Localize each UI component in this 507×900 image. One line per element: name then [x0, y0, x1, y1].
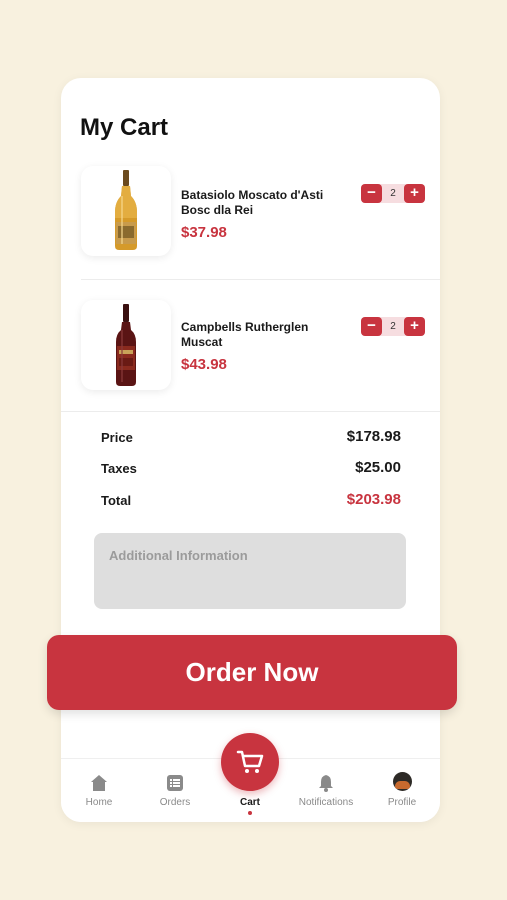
decrease-quantity-button[interactable]: −: [361, 184, 382, 203]
bell-icon: [319, 775, 333, 792]
tab-label: Home: [85, 797, 113, 808]
quantity-value: 2: [390, 321, 396, 332]
tab-label: Orders: [159, 797, 191, 808]
price-label: Price: [101, 430, 133, 445]
tab-home[interactable]: Home: [61, 759, 137, 822]
increase-quantity-button[interactable]: +: [404, 317, 425, 336]
tab-label: Notifications: [298, 797, 354, 808]
cart-fab-button[interactable]: [221, 733, 279, 791]
summary-taxes-row: Taxes $25.00: [101, 459, 401, 479]
active-tab-indicator: [248, 811, 252, 815]
product-price: $37.98: [181, 224, 227, 241]
additional-information-input[interactable]: [94, 533, 406, 609]
total-label: Total: [101, 493, 132, 508]
orders-list-icon: [167, 775, 183, 791]
tab-label: Cart: [239, 797, 260, 808]
decrease-quantity-button[interactable]: −: [361, 317, 382, 336]
wine-bottle-red-icon: [116, 304, 136, 386]
quantity-stepper: − 2 +: [361, 317, 425, 336]
price-value: $178.98: [346, 428, 401, 445]
taxes-value: $25.00: [355, 459, 401, 476]
summary-total-row: Total $203.98: [101, 491, 401, 511]
product-name[interactable]: Batasiolo Moscato d'Asti Bosc dla Rei: [181, 188, 341, 218]
cart-item: Batasiolo Moscato d'Asti Bosc dla Rei $3…: [61, 166, 440, 286]
avatar: [393, 772, 412, 791]
total-value: $203.98: [346, 491, 401, 508]
cart-icon: [236, 750, 264, 773]
order-now-button[interactable]: Order Now: [47, 635, 457, 710]
divider: [81, 279, 440, 280]
product-image[interactable]: [81, 166, 171, 256]
tab-orders[interactable]: Orders: [137, 759, 213, 822]
cart-screen: My Cart Batasiolo Moscato d'Asti Bosc dl…: [61, 78, 440, 822]
tab-notifications[interactable]: Notifications: [288, 759, 364, 822]
product-price: $43.98: [181, 356, 227, 373]
divider: [61, 411, 440, 412]
taxes-label: Taxes: [101, 461, 137, 476]
tab-profile[interactable]: Profile: [364, 759, 440, 822]
cart-item: Campbells Rutherglen Muscat $43.98 − 2 +: [61, 300, 440, 420]
quantity-stepper: − 2 +: [361, 184, 425, 203]
quantity-value: 2: [390, 188, 396, 199]
wine-bottle-white-icon: [115, 170, 137, 250]
increase-quantity-button[interactable]: +: [404, 184, 425, 203]
home-icon: [91, 775, 107, 791]
page-title: My Cart: [80, 114, 169, 141]
product-image[interactable]: [81, 300, 171, 390]
product-name[interactable]: Campbells Rutherglen Muscat: [181, 320, 341, 350]
summary-price-row: Price $178.98: [101, 428, 401, 448]
tab-label: Profile: [387, 797, 417, 808]
